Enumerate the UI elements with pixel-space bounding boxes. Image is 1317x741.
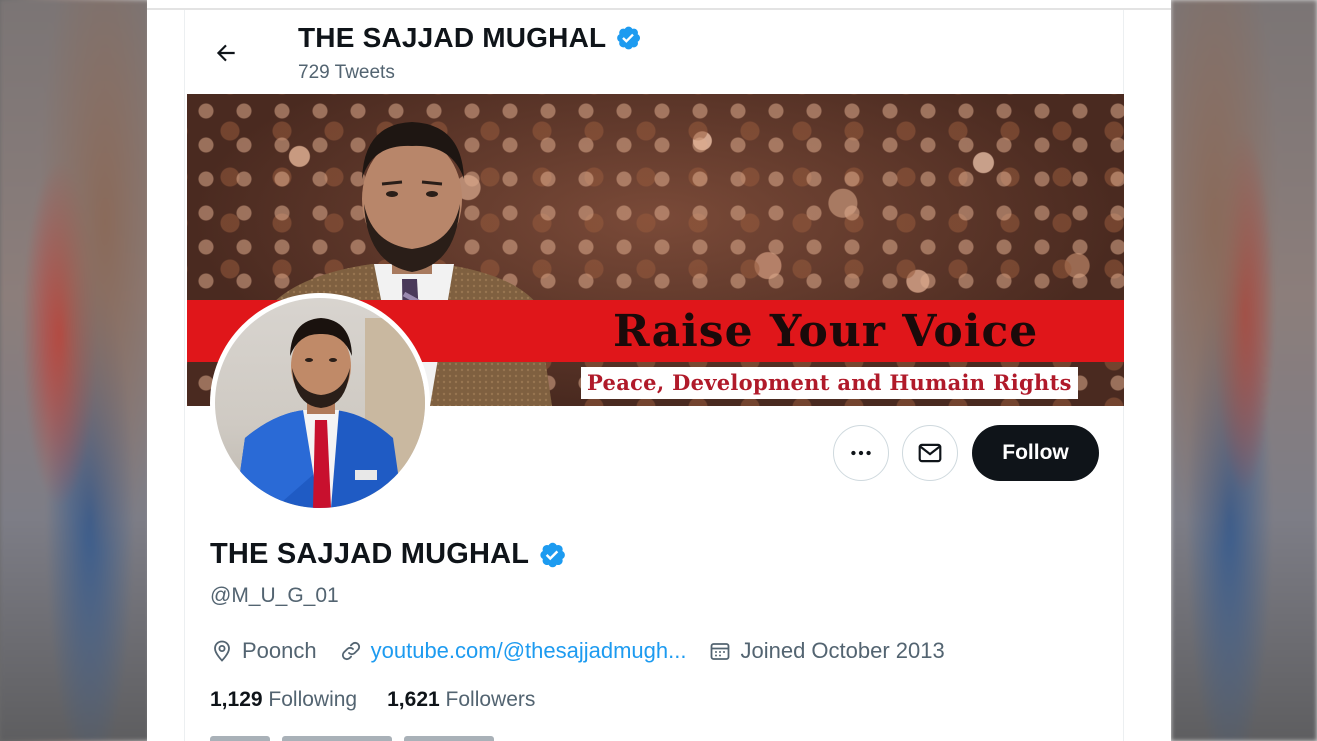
tweet-count: 729 Tweets — [298, 62, 395, 83]
calendar-icon — [711, 643, 730, 660]
website: youtube.com/@thesajjadmugh... — [339, 638, 687, 664]
verified-badge-icon — [540, 542, 566, 567]
profile-name: THE SAJJAD MUGHAL — [210, 538, 530, 570]
message-button[interactable] — [902, 425, 958, 481]
follow-counts: 1,129 Following 1,621 Followers — [210, 688, 535, 712]
blurred-background-right — [1171, 0, 1317, 741]
location: Poonch — [210, 638, 317, 664]
follow-button[interactable]: Follow — [972, 425, 1099, 481]
cut-off-content — [210, 736, 550, 741]
header-title-row: THE SAJJAD MUGHAL — [298, 22, 642, 54]
profile-column: THE SAJJAD MUGHAL 729 Tweets Raise Your … — [184, 10, 1124, 741]
profile-meta: Poonch youtube.com/@thesajjadmugh... Joi… — [210, 638, 967, 664]
followers-count: 1,621 — [387, 688, 440, 711]
location-pin-icon — [214, 640, 230, 662]
more-dots-icon — [851, 450, 871, 456]
banner-subslogan: Peace, Development and Humain Rights — [581, 367, 1078, 399]
following-link[interactable]: 1,129 Following — [210, 688, 357, 712]
screenshot-frame: THE SAJJAD MUGHAL 729 Tweets Raise Your … — [147, 0, 1171, 741]
following-count: 1,129 — [210, 688, 263, 711]
profile-avatar[interactable] — [210, 293, 430, 513]
link-icon — [341, 641, 360, 661]
header-title: THE SAJJAD MUGHAL — [298, 22, 607, 53]
website-link[interactable]: youtube.com/@thesajjadmugh... — [371, 638, 687, 664]
back-button[interactable] — [211, 38, 241, 68]
avatar-person-illustration — [235, 318, 425, 508]
banner-slogan: Raise Your Voice — [613, 306, 1039, 357]
followers-link[interactable]: 1,621 Followers — [387, 688, 535, 712]
profile-handle: @M_U_G_01 — [210, 584, 339, 607]
location-text: Poonch — [242, 638, 317, 663]
profile-name-row: THE SAJJAD MUGHAL — [210, 538, 567, 571]
followers-label: Followers — [445, 688, 536, 711]
joined-text: Joined October 2013 — [740, 638, 945, 663]
blurred-background-left — [0, 0, 150, 741]
arrow-left-icon — [216, 44, 235, 62]
more-button[interactable] — [833, 425, 889, 481]
mail-icon — [918, 443, 942, 463]
following-label: Following — [268, 688, 358, 711]
joined-date: Joined October 2013 — [708, 638, 945, 664]
verified-badge-icon — [617, 26, 641, 50]
avatar-photo — [215, 298, 425, 508]
